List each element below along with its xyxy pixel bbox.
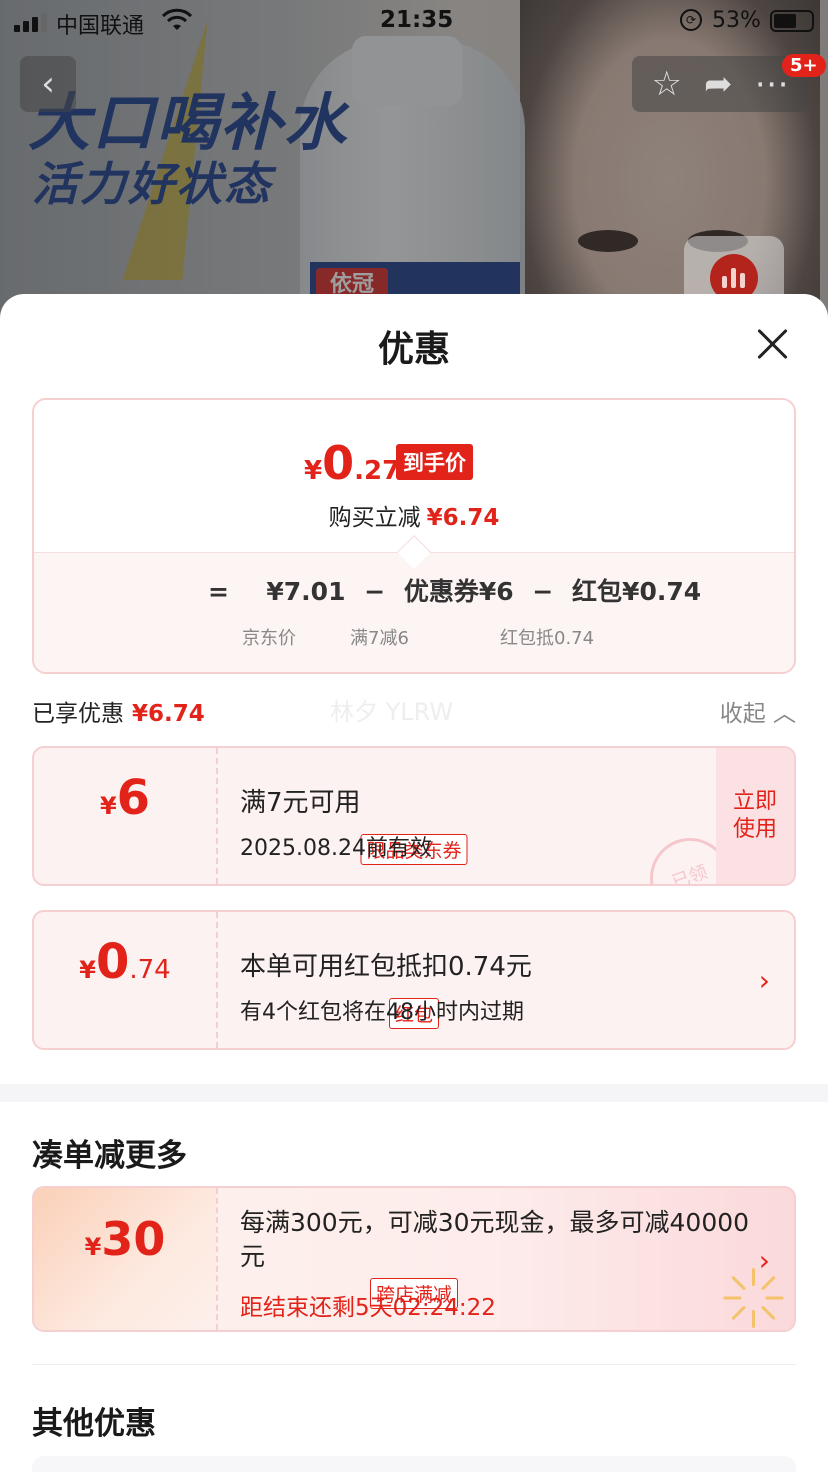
message-badge: 5+: [782, 54, 826, 77]
chevron-right-icon: ›: [758, 1244, 770, 1277]
price-formula: = ¥7.01 − 优惠券¥6 − 红包¥0.74: [208, 572, 701, 608]
sparkle-decoration: [723, 1268, 784, 1328]
redpacket-card[interactable]: ¥0.74 红包 本单可用红包抵扣0.74元 有4个红包将在48小时内过期 ›: [32, 910, 796, 1050]
share-icon[interactable]: ➦: [704, 64, 733, 104]
jd-price-label: 京东价: [242, 628, 296, 649]
watermark: 林夕 YLRW: [330, 698, 454, 726]
promo-description: 每满300元，可减30元现金，最多可减40000元: [240, 1208, 750, 1271]
battery-percent: 53%: [712, 8, 761, 33]
promo-amount: ¥30: [84, 1212, 166, 1266]
star-icon[interactable]: ☆: [652, 64, 682, 104]
chevron-left-icon: ‹: [41, 64, 55, 104]
redpacket-deduction: 红包¥0.74: [572, 577, 702, 606]
battery-icon: [770, 10, 814, 32]
status-bar: 中国联通 21:35 ⟳ 53%: [0, 0, 828, 42]
coupon-card[interactable]: ¥6 限品类东券 满7元可用 2025.08.24前有效 已领 立即使用: [32, 746, 796, 886]
clock: 21:35: [380, 7, 454, 33]
more-discount-title: 凑单减更多: [32, 1138, 187, 1174]
final-price: ¥0.27: [304, 436, 401, 490]
redpacket-label: 红包抵0.74: [500, 628, 595, 649]
carrier-name: 中国联通: [56, 14, 145, 39]
enjoyed-label: 已享优惠 ¥6.74: [32, 701, 205, 727]
coupon-condition-label: 满7减6: [350, 628, 409, 649]
section-divider: [0, 1084, 828, 1102]
chevron-right-icon: ›: [758, 964, 770, 997]
coupon-deduction: 优惠券¥6: [403, 577, 514, 606]
price-summary-card: ¥0.27 到手价 购买立减 ¥6.74 = ¥7.01 − 优惠券¥6 − 红包…: [32, 398, 796, 674]
close-icon[interactable]: [754, 326, 790, 362]
rotation-lock-icon: ⟳: [680, 9, 702, 31]
collapse-toggle[interactable]: 收起 ︿: [720, 694, 796, 728]
discount-sheet: 优惠 ¥0.27 到手价 购买立减 ¥6.74 = ¥7.01 − 优惠券¥6 −…: [0, 294, 828, 1472]
coupon-expiry: 2025.08.24前有效: [240, 836, 432, 861]
chevron-up-icon: ︿: [773, 701, 796, 727]
jd-price: ¥7.01: [266, 577, 346, 606]
use-now-button[interactable]: 立即使用: [716, 748, 794, 884]
enjoyed-discount-row: 已享优惠 ¥6.74 林夕 YLRW 收起 ︿: [32, 694, 796, 727]
instant-reduction: 购买立减 ¥6.74: [328, 505, 500, 531]
redpacket-description: 本单可用红包抵扣0.74元: [240, 952, 532, 982]
cross-store-promo-card[interactable]: ¥30 跨店满减 每满300元，可减30元现金，最多可减40000元 距结束还剩…: [32, 1186, 796, 1332]
other-discount-title: 其他优惠: [32, 1406, 156, 1442]
redpacket-expiry-note: 有4个红包将在48小时内过期: [240, 1000, 524, 1025]
coupon-condition: 满7元可用: [240, 788, 361, 818]
sheet-title: 优惠: [377, 329, 450, 370]
back-button[interactable]: ‹: [20, 56, 76, 112]
wifi-icon: [162, 8, 192, 30]
coupon-amount: ¥6: [99, 770, 151, 826]
other-discount-card[interactable]: [32, 1456, 796, 1472]
redpacket-amount: ¥0.74: [79, 934, 171, 990]
promo-countdown: 距结束还剩5天02:24:22: [240, 1295, 496, 1321]
signal-icon: [14, 13, 47, 32]
final-price-tag: 到手价: [396, 444, 473, 480]
divider-line: [32, 1364, 796, 1365]
